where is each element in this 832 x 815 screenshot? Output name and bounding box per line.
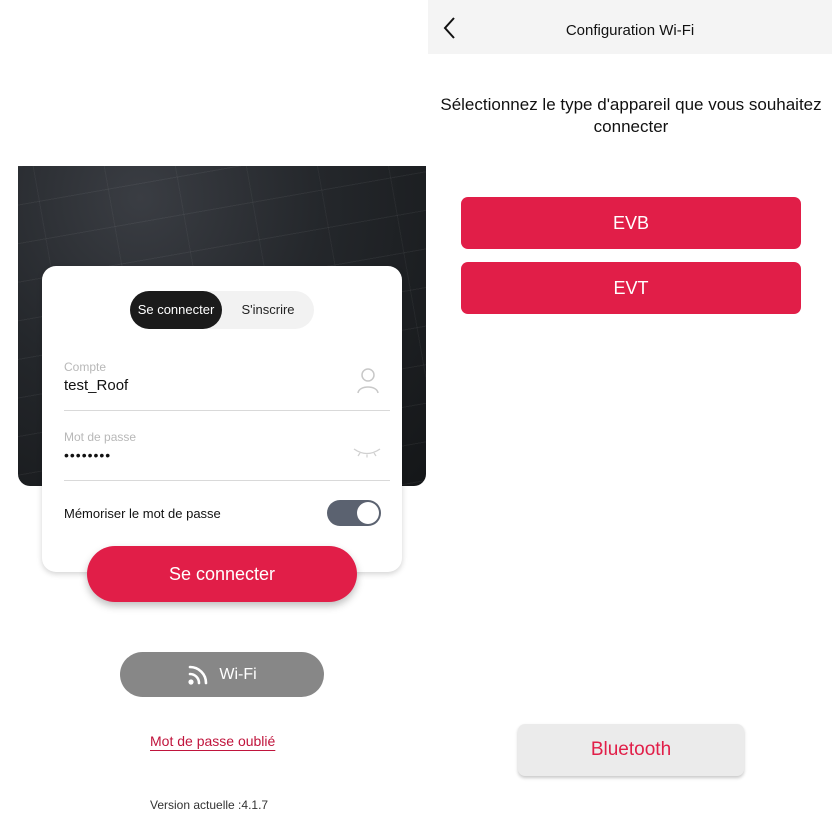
device-type-evt-button[interactable]: EVT <box>461 262 801 314</box>
device-type-prompt: Sélectionnez le type d'appareil que vous… <box>440 95 822 136</box>
wifi-icon <box>188 665 208 685</box>
account-underline <box>64 410 390 411</box>
login-card: Se connecter S'inscrire Compte test_Roof… <box>42 266 402 572</box>
tab-login[interactable]: Se connecter <box>130 291 222 329</box>
account-label: Compte <box>64 360 107 374</box>
user-icon <box>357 368 379 394</box>
remember-password-label: Mémoriser le mot de passe <box>64 506 221 521</box>
login-register-toggle: Se connecter S'inscrire <box>130 291 314 329</box>
version-text: Version actuelle :4.1.7 <box>150 798 269 812</box>
password-input[interactable]: •••••••• <box>64 447 390 463</box>
account-field[interactable]: Compte test_Roof <box>64 360 390 412</box>
bluetooth-button[interactable]: Bluetooth <box>518 724 744 776</box>
password-underline <box>64 480 390 481</box>
top-bar: Configuration Wi-Fi <box>428 0 832 54</box>
wifi-button[interactable]: Wi-Fi <box>120 652 324 697</box>
account-input[interactable]: test_Roof <box>64 377 390 394</box>
device-type-evb-button[interactable]: EVB <box>461 197 801 249</box>
page-title: Configuration Wi-Fi <box>565 22 695 39</box>
eye-closed-icon[interactable] <box>352 446 382 458</box>
connect-button[interactable]: Se connecter <box>87 546 357 602</box>
toggle-knob <box>357 502 379 524</box>
remember-password-toggle[interactable] <box>327 500 381 526</box>
forgot-password-link[interactable]: Mot de passe oublié <box>150 733 275 749</box>
wifi-button-label: Wi-Fi <box>219 665 257 683</box>
tab-register[interactable]: S'inscrire <box>222 291 314 329</box>
password-field[interactable]: Mot de passe •••••••• <box>64 430 390 482</box>
password-label: Mot de passe <box>64 430 137 444</box>
